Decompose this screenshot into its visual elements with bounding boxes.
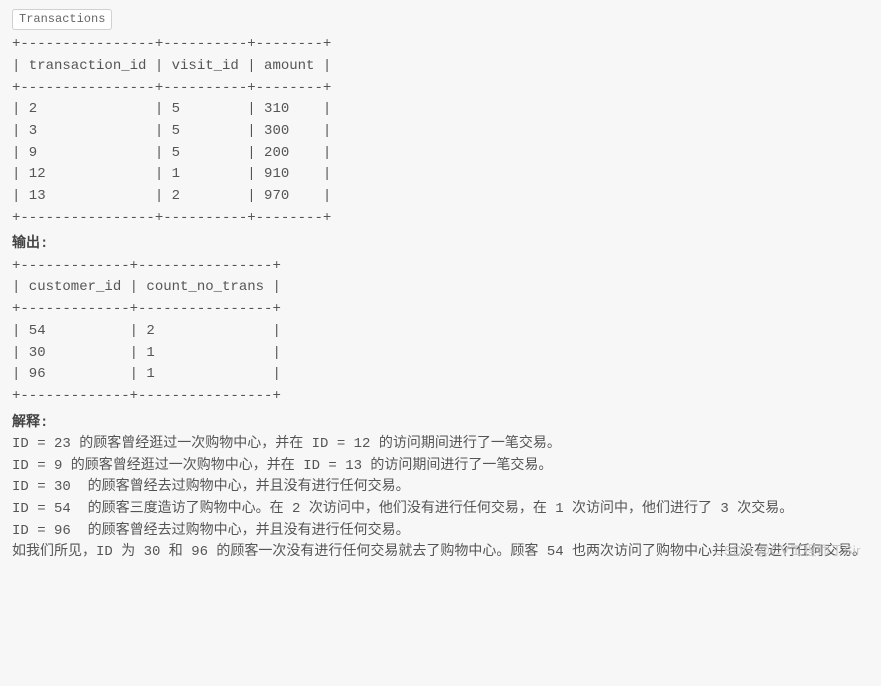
output-ascii-table: +-------------+----------------+ | custo…: [12, 256, 869, 408]
transactions-ascii-table: +----------------+----------+--------+ |…: [12, 34, 869, 229]
explain-line: ID = 9 的顾客曾经逛过一次购物中心，并在 ID = 13 的访问期间进行了…: [12, 456, 869, 478]
transactions-table-label: Transactions: [12, 9, 112, 30]
explain-line: ID = 96 的顾客曾经去过购物中心，并且没有进行任何交易。: [12, 521, 869, 543]
watermark-text: CSDN @CV工程师丁Sir: [714, 541, 861, 562]
explain-line: ID = 30 的顾客曾经去过购物中心，并且没有进行任何交易。: [12, 477, 869, 499]
explain-line: ID = 23 的顾客曾经逛过一次购物中心，并在 ID = 12 的访问期间进行…: [12, 434, 869, 456]
output-section-label: 输出:: [12, 233, 869, 255]
explain-section-label: 解释:: [12, 412, 869, 434]
explain-line: ID = 54 的顾客三度造访了购物中心。在 2 次访问中，他们没有进行任何交易…: [12, 499, 869, 521]
